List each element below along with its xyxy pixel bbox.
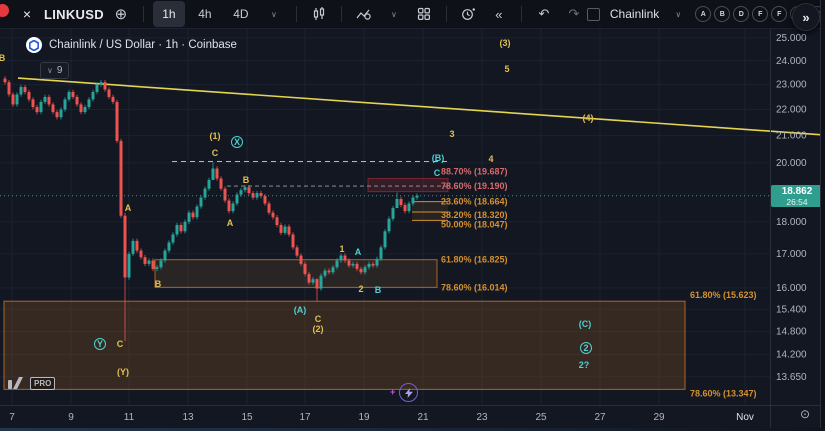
flash-plus-icon: + [390, 387, 395, 397]
wave-label: (3) [500, 38, 511, 48]
interval-4d-button[interactable]: 4D [225, 1, 257, 27]
wave-label: 5 [504, 64, 509, 74]
wave-label: A [125, 203, 132, 213]
wave-label: C [212, 148, 219, 158]
fib-label: 88.70% (19.687) [441, 167, 508, 177]
top-toolbar: × LINKUSD ⊕ 1h 4h 4D ∨ ∨ [0, 0, 825, 29]
candle-style-icon[interactable] [306, 3, 332, 25]
wave-label: B [243, 175, 250, 185]
redo-icon[interactable]: ↷ [561, 3, 587, 25]
wave-label: 2 [583, 343, 588, 353]
collapse-panel-button[interactable]: » [792, 3, 820, 31]
last-price-badge: 18.862 26:54 [771, 185, 823, 207]
fib-label: 23.60% (18.664) [441, 197, 508, 207]
tradingview-mark-icon [8, 376, 26, 390]
watchlist-letter-b-1[interactable]: B [714, 6, 730, 22]
wave-label: (1) [210, 131, 221, 141]
wave-label: B [155, 279, 162, 289]
toolbar-separator [143, 6, 144, 22]
wave-label: (Y) [117, 367, 129, 377]
watchlist-checkbox[interactable] [587, 8, 600, 21]
fib-label: 78.60% (16.014) [441, 282, 508, 292]
flash-event-icon[interactable] [399, 383, 418, 402]
price-scale[interactable] [770, 28, 821, 405]
fib-label: 78.60% (19.190) [441, 181, 508, 191]
replay-icon[interactable]: « [486, 3, 512, 25]
wave-label: A [227, 218, 234, 228]
scale-settings-icon[interactable]: ⊙ [800, 407, 810, 421]
chart-title: Chainlink / US Dollar · 1h · Coinbase [49, 39, 237, 51]
watchlist-letter-f-3[interactable]: F [752, 6, 768, 22]
wave-label: C [315, 314, 322, 324]
wave-label: C [434, 168, 441, 178]
compare-add-icon[interactable]: ⊕ [108, 3, 134, 25]
alert-clock-icon[interactable] [456, 3, 482, 25]
watchlist-letter-f-4[interactable]: F [771, 6, 787, 22]
wave-label: A [355, 247, 362, 257]
pro-badge: PRO [30, 377, 55, 390]
watchlist-letter-d-2[interactable]: D [733, 6, 749, 22]
tradingview-logo[interactable]: PRO [8, 376, 55, 390]
layout-grid-icon[interactable] [411, 3, 437, 25]
wave-label: B [375, 285, 382, 295]
chart-canvas[interactable]: 88.70% (19.687) 78.60% (19.190) 23.60% (18… [0, 28, 825, 431]
wave-label: (C) [579, 319, 592, 329]
last-price-value: 18.862 [771, 185, 823, 197]
watchlist-name[interactable]: Chainlink [610, 7, 659, 21]
wave-label: 2? [579, 360, 590, 370]
indicator-collapse-pill[interactable]: ∨ 9 [40, 62, 69, 79]
wave-label: 4 [488, 154, 493, 164]
fib-label: 78.60% (13.347) [690, 388, 757, 398]
wave-label: (2) [313, 324, 324, 334]
wave-label: X [234, 137, 240, 147]
fib-label: 61.80% (15.623) [690, 290, 757, 300]
side-panel-edge [820, 0, 825, 431]
undo-icon[interactable]: ↶ [531, 3, 557, 25]
watchlist-letter-a-0[interactable]: A [695, 6, 711, 22]
wave-label: B [0, 53, 6, 63]
wave-label: (4) [583, 113, 594, 123]
wave-label: 2 [358, 284, 363, 294]
wave-label: 1 [339, 244, 344, 254]
symbol-button[interactable]: LINKUSD [44, 7, 104, 22]
fib-label: 61.80% (16.825) [441, 255, 508, 265]
chevron-down-icon: ∨ [47, 66, 53, 75]
indicator-count: 9 [57, 65, 63, 76]
wave-label: Y [97, 339, 103, 349]
watchlist-chevron-down-icon[interactable]: ∨ [665, 3, 691, 25]
wave-label: C [117, 339, 124, 349]
wave-label: 3 [449, 129, 454, 139]
chart-pane: 88.70% (19.687) 78.60% (19.190) 23.60% (18… [0, 28, 825, 431]
toolbar-separator [341, 6, 342, 22]
indicators-icon[interactable] [351, 3, 377, 25]
toolbar-separator [296, 6, 297, 22]
wave-label: (A) [294, 305, 307, 315]
indicators-chevron-down-icon[interactable]: ∨ [381, 3, 407, 25]
bar-countdown: 26:54 [771, 197, 823, 207]
chainlink-logo-icon [26, 37, 42, 53]
fib-label: 50.00% (18.047) [441, 219, 508, 229]
toolbar-separator [521, 6, 522, 22]
interval-4h-button[interactable]: 4h [189, 1, 221, 27]
chart-legend[interactable]: Chainlink / US Dollar · 1h · Coinbase [26, 37, 237, 53]
interval-1h-button[interactable]: 1h [153, 1, 185, 27]
close-icon[interactable]: × [14, 3, 40, 25]
toolbar-separator [446, 6, 447, 22]
wave-label: (B) [432, 153, 445, 163]
interval-chevron-down-icon[interactable]: ∨ [261, 3, 287, 25]
